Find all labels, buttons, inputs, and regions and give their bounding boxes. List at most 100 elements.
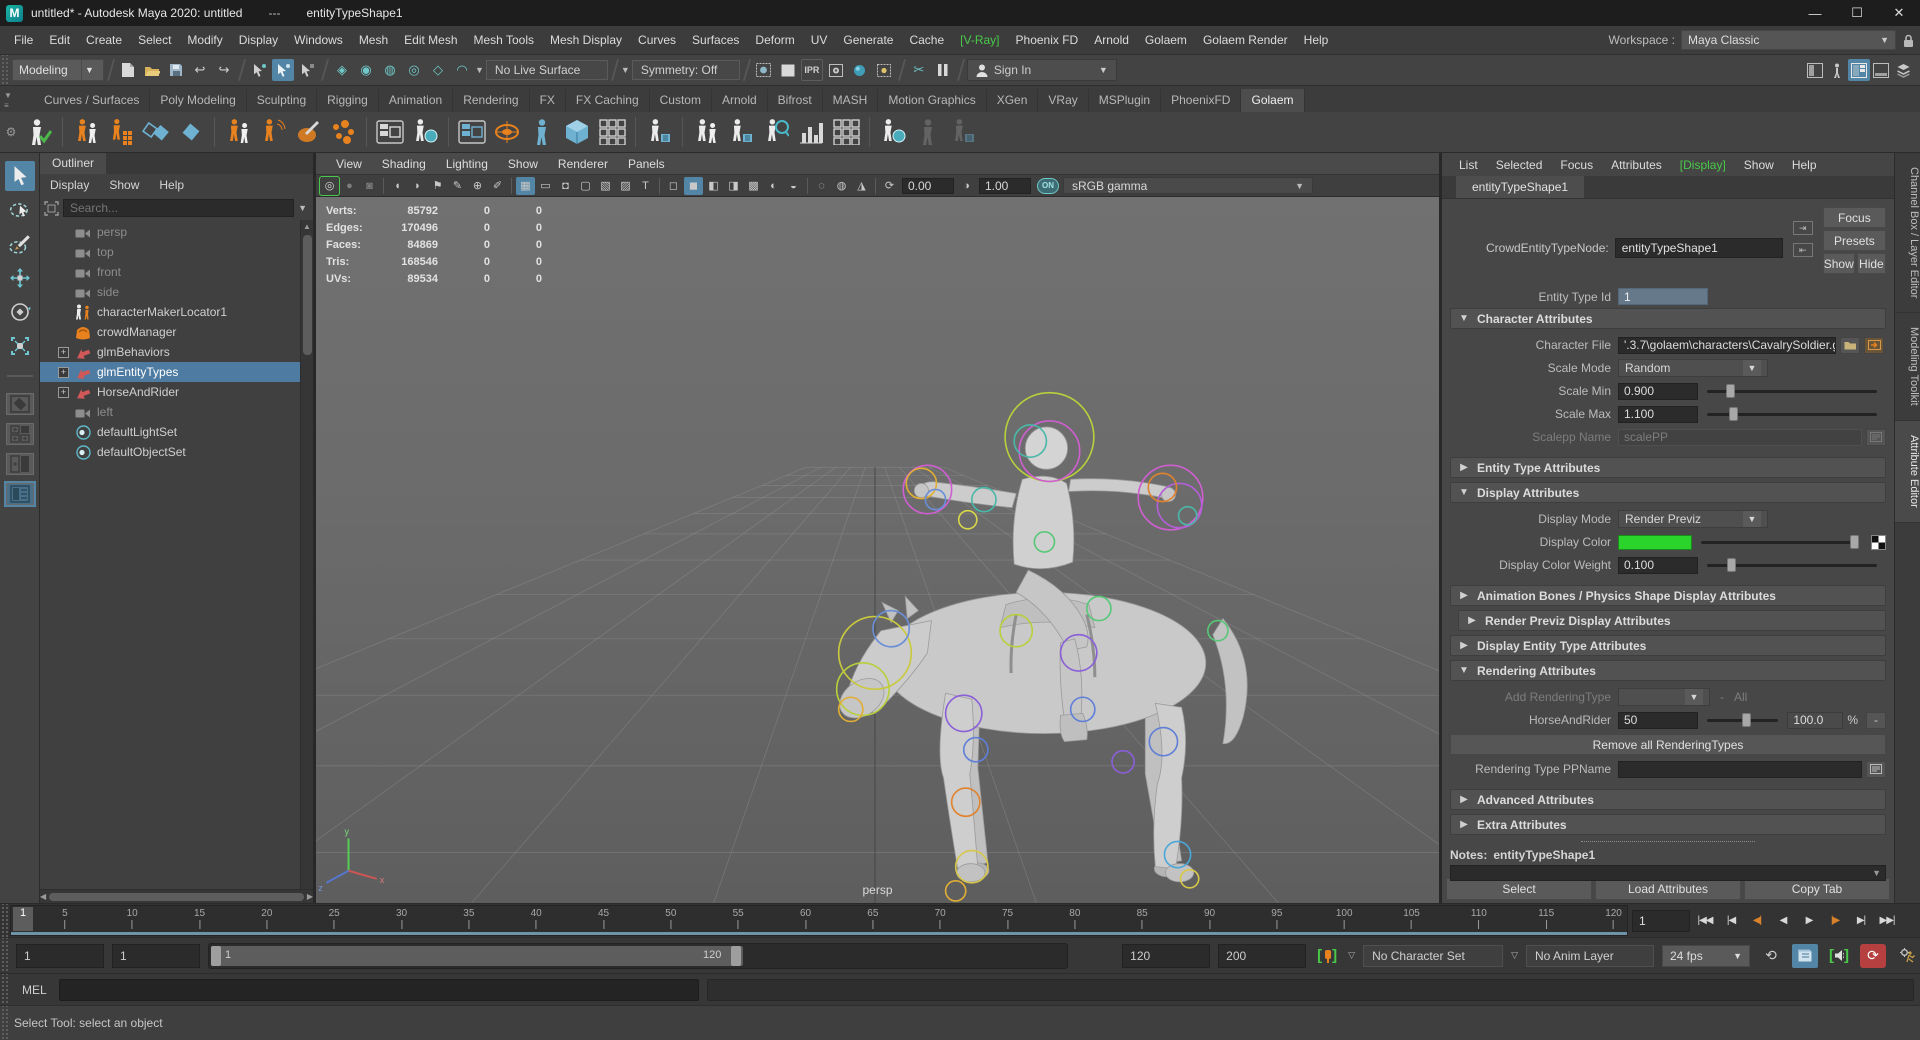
layout-editor-icon[interactable] bbox=[830, 114, 862, 150]
toolbar-separator[interactable] bbox=[610, 58, 619, 82]
symmetry-field[interactable]: Symmetry: Off bbox=[632, 60, 740, 80]
live-surface-field[interactable]: No Live Surface bbox=[486, 60, 608, 80]
texture-map-icon[interactable] bbox=[1871, 535, 1886, 550]
history-in-icon[interactable]: ⇥ bbox=[1793, 221, 1813, 235]
browse-folder-icon[interactable] bbox=[1840, 337, 1860, 354]
lights-icon[interactable]: ▩ bbox=[744, 177, 763, 195]
filter-select-icon[interactable] bbox=[44, 201, 59, 216]
help-line-grip[interactable] bbox=[0, 1006, 8, 1040]
scrollbar-thumb[interactable] bbox=[49, 893, 304, 901]
select-camera-icon[interactable]: ◖ bbox=[388, 177, 407, 195]
ae-menu-focus[interactable]: Focus bbox=[1551, 158, 1602, 172]
rotate-tool[interactable] bbox=[5, 297, 35, 327]
camera-attributes-icon[interactable]: ● bbox=[340, 177, 359, 195]
playback-end-field[interactable]: 120 bbox=[1122, 944, 1210, 968]
menu-golaem-render[interactable]: Golaem Render bbox=[1195, 33, 1296, 47]
outliner-item-defaultlightset[interactable]: defaultLightSet bbox=[40, 422, 300, 442]
step-back-key-button[interactable]: ◀| bbox=[1744, 909, 1770, 933]
render-proxy-icon[interactable] bbox=[877, 114, 909, 150]
playblast-icon[interactable] bbox=[1792, 944, 1818, 968]
add-renderingtype-dropdown[interactable]: ▼ bbox=[1618, 688, 1710, 706]
character-set-selector[interactable]: No Character Set bbox=[1363, 945, 1503, 967]
outliner-menu-help[interactable]: Help bbox=[149, 178, 194, 192]
statistics-icon[interactable] bbox=[795, 114, 827, 150]
simulation-layout-icon[interactable] bbox=[374, 114, 406, 150]
notes-resize-handle[interactable] bbox=[1581, 841, 1755, 842]
cache-playblast-icon[interactable] bbox=[643, 114, 675, 150]
gamma-field[interactable]: 1.00 bbox=[979, 178, 1031, 194]
menu-modify[interactable]: Modify bbox=[179, 33, 230, 47]
measure-icon[interactable]: ✐ bbox=[488, 177, 507, 195]
scale-mode-dropdown[interactable]: Random▼ bbox=[1618, 359, 1768, 377]
step-back-frame-button[interactable]: |◀ bbox=[1718, 909, 1744, 933]
scale-min-slider[interactable] bbox=[1707, 390, 1877, 393]
display-color-weight-slider[interactable] bbox=[1707, 564, 1877, 567]
make-live-icon[interactable]: ◠ bbox=[451, 59, 473, 81]
hide-button[interactable]: Hide bbox=[1857, 253, 1886, 274]
menu-help[interactable]: Help bbox=[1296, 33, 1337, 47]
shelf-tab-animation[interactable]: Animation bbox=[379, 89, 453, 112]
auto-keyframe-icon[interactable]: ⟳ bbox=[1860, 944, 1886, 968]
menu-curves[interactable]: Curves bbox=[630, 33, 684, 47]
menu-arnold[interactable]: Arnold bbox=[1086, 33, 1137, 47]
volume-icon[interactable] bbox=[561, 114, 593, 150]
sign-in-dropdown[interactable]: Sign In▼ bbox=[967, 59, 1117, 81]
behavior-editor-icon[interactable] bbox=[456, 114, 488, 150]
mute-audio-icon[interactable] bbox=[1826, 944, 1852, 968]
ae-menu-selected[interactable]: Selected bbox=[1487, 158, 1552, 172]
viewport-menu-show[interactable]: Show bbox=[498, 157, 548, 171]
menu-mesh-tools[interactable]: Mesh Tools bbox=[466, 33, 542, 47]
ae-menu-attributes[interactable]: Attributes bbox=[1602, 158, 1671, 172]
textured-icon[interactable]: ◧ bbox=[704, 177, 723, 195]
viewport-menu-panels[interactable]: Panels bbox=[618, 157, 675, 171]
viewport-canvas[interactable]: y x z Verts:8579200Edges:17049600Faces:8… bbox=[316, 197, 1439, 903]
particles-icon[interactable] bbox=[327, 114, 359, 150]
viewport-menu-lighting[interactable]: Lighting bbox=[436, 157, 498, 171]
paint-select-tool[interactable] bbox=[5, 229, 35, 259]
locate-file-icon[interactable] bbox=[1864, 337, 1884, 354]
horseandrider-percent-field[interactable]: 100.0 bbox=[1787, 712, 1843, 729]
lock-icon[interactable] bbox=[1902, 33, 1914, 48]
workspace-stack-icon[interactable] bbox=[1892, 59, 1914, 81]
cloth-icon[interactable] bbox=[175, 114, 207, 150]
layout-table-icon[interactable] bbox=[596, 114, 628, 150]
ae-menu-list[interactable]: List bbox=[1450, 158, 1487, 172]
section-entity-type-attributes[interactable]: ▶ Entity Type Attributes bbox=[1450, 457, 1886, 478]
hypershade-icon[interactable] bbox=[849, 59, 871, 81]
expand-plus-icon[interactable]: + bbox=[58, 387, 69, 398]
menu-cache[interactable]: Cache bbox=[901, 33, 952, 47]
chevron-down-icon[interactable]: ▽ bbox=[1511, 950, 1518, 961]
play-forwards-button[interactable]: ▶ bbox=[1796, 909, 1822, 933]
disabled-tool-2-icon[interactable] bbox=[947, 114, 979, 150]
search-input[interactable] bbox=[63, 199, 294, 217]
image-plane-icon[interactable]: ▨ bbox=[616, 177, 635, 195]
export-cache-icon[interactable] bbox=[725, 114, 757, 150]
go-to-start-button[interactable]: |◀◀ bbox=[1692, 909, 1718, 933]
scale-min-field[interactable]: 0.900 bbox=[1618, 383, 1698, 400]
shelf-menu-icon[interactable]: ≡ bbox=[4, 101, 12, 110]
viewport-menu-view[interactable]: View bbox=[326, 157, 372, 171]
plane-icon[interactable]: ◮ bbox=[852, 177, 871, 195]
focus-button[interactable]: Focus bbox=[1823, 207, 1886, 228]
snap-to-point-icon[interactable]: ◍ bbox=[379, 59, 401, 81]
history-out-icon[interactable]: ⇤ bbox=[1793, 243, 1813, 257]
crowd-pair-icon[interactable] bbox=[690, 114, 722, 150]
range-end-handle[interactable] bbox=[731, 946, 741, 966]
four-pane-layout[interactable] bbox=[6, 423, 34, 445]
menu-edit[interactable]: Edit bbox=[41, 33, 78, 47]
timeline-grip[interactable] bbox=[0, 904, 8, 937]
bookmark-icon[interactable]: ⚑ bbox=[428, 177, 447, 195]
remove-all-renderingtypes-button[interactable]: Remove all RenderingTypes bbox=[1450, 734, 1886, 755]
menu-file[interactable]: File bbox=[6, 33, 41, 47]
safe-region-icon[interactable]: ▧ bbox=[596, 177, 615, 195]
shelf-tab-mash[interactable]: MASH bbox=[823, 89, 879, 112]
outliner-item-crowdmanager[interactable]: crowdManager bbox=[40, 322, 300, 342]
shelf-tab-fx-caching[interactable]: FX Caching bbox=[566, 89, 650, 112]
snap-to-view-plane-icon[interactable]: ◇ bbox=[427, 59, 449, 81]
outliner-item-persp[interactable]: persp bbox=[40, 222, 300, 242]
menu-select[interactable]: Select bbox=[130, 33, 179, 47]
disabled-tool-icon[interactable] bbox=[912, 114, 944, 150]
shelf-tab-selector-icon[interactable]: ▼ bbox=[4, 91, 12, 100]
section-rendering-attributes[interactable]: ▼ Rendering Attributes bbox=[1450, 660, 1886, 681]
trigger-icon[interactable] bbox=[491, 114, 523, 150]
